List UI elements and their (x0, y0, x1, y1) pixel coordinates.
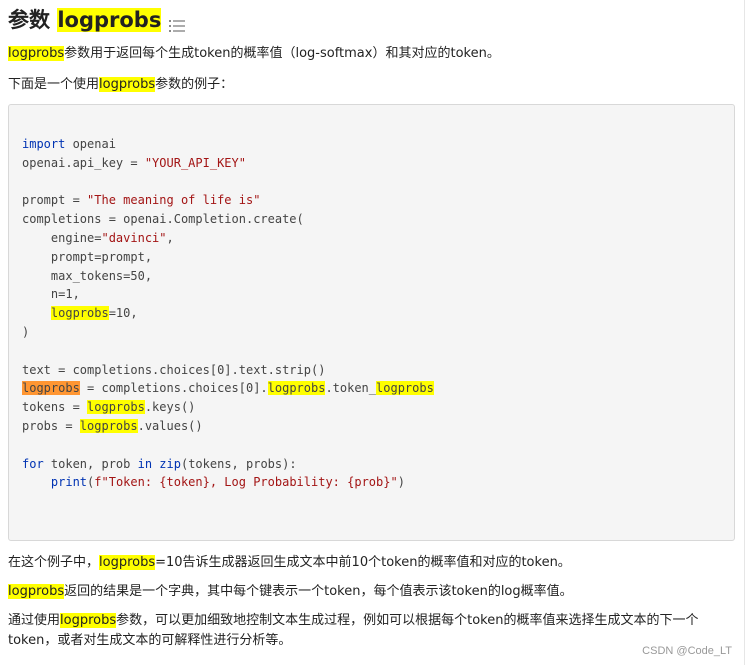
code-token: token, prob (43, 456, 138, 471)
para1-prefix: 在这个例子中， (8, 555, 100, 570)
intro-paragraph: logprobs参数用于返回每个生成token的概率值（log-softmax）… (8, 44, 500, 64)
code-token: probs = (22, 418, 80, 433)
code-highlight: logprobs (267, 381, 326, 396)
example-intro-paragraph: 下面是一个使用logprobs参数的例子： (8, 75, 233, 95)
code-token: n=1, (22, 287, 80, 302)
code-token: openai.api_key = (22, 155, 145, 170)
explanation-paragraph-3: 通过使用logprobs参数，可以更加细致地控制文本生成过程，例如可以根据每个t… (8, 611, 698, 651)
example-intro-highlight: logprobs (99, 77, 156, 92)
code-content: import openai openai.api_key = "YOUR_API… (22, 135, 434, 492)
explanation-paragraph-2: logprobs返回的结果是一个字典，其中每个键表示一个token，每个值表示该… (8, 582, 573, 602)
code-token: prompt=prompt, (22, 249, 153, 264)
code-token: in (137, 456, 153, 471)
code-token: completions = openai.Completion.create( (22, 212, 304, 227)
code-token: engine= (22, 230, 102, 245)
para3-prefix: 通过使用 (8, 613, 61, 628)
title-prefix: 参数 (8, 8, 58, 32)
code-token: f"Token: {token}, Log Probability: {prob… (94, 475, 398, 490)
explanation-paragraph-1: 在这个例子中，logprobs=10告诉生成器返回生成文本中前10个token的… (8, 553, 571, 573)
para3-line1-suffix: 参数，可以更加细致地控制文本生成过程，例如可以根据每个token的概率值来选择生… (116, 613, 699, 628)
code-token: .token_ (325, 381, 377, 396)
code-token: print (50, 475, 88, 490)
example-intro-suffix: 参数的例子： (155, 77, 234, 92)
para2-suffix: 返回的结果是一个字典，其中每个键表示一个token，每个值表示该token的lo… (64, 584, 573, 599)
code-highlight: logprobs (79, 418, 138, 433)
title-highlight: logprobs (57, 8, 162, 32)
para3-highlight: logprobs (60, 613, 117, 628)
code-token: = completions.choices[0]. (79, 381, 268, 396)
code-token: ) (22, 324, 30, 339)
code-token: =10, (108, 306, 138, 321)
code-token: (tokens, probs): (180, 456, 297, 471)
code-token: text = completions.choices[0].text.strip… (22, 362, 326, 377)
example-intro-prefix: 下面是一个使用 (8, 77, 100, 92)
article: 参数 logprobs logprobs参数用于返回每个生成token的概率值（… (0, 0, 745, 665)
code-token: zip (159, 456, 181, 471)
intro-highlight: logprobs (8, 46, 65, 61)
code-highlight: logprobs (376, 381, 434, 396)
code-token: openai (65, 137, 116, 151)
list-icon[interactable] (169, 12, 186, 32)
page-title: 参数 logprobs (8, 6, 186, 34)
code-token: "YOUR_API_KEY" (144, 155, 246, 170)
code-token: prompt = (22, 193, 88, 208)
para3-line2: token，或者对生成文本的可解释性进行分析等。 (8, 633, 292, 648)
code-highlight: logprobs (50, 306, 109, 321)
code-token: "The meaning of life is" (87, 193, 261, 208)
code-token: tokens = (22, 400, 88, 415)
para1-highlight: logprobs (99, 555, 156, 570)
code-token: , (166, 230, 174, 245)
code-block[interactable]: import openai openai.api_key = "YOUR_API… (8, 104, 735, 541)
watermark: CSDN @Code_LT (642, 645, 732, 657)
intro-text: 参数用于返回每个生成token的概率值（log-softmax）和其对应的tok… (64, 46, 500, 61)
code-token: max_tokens=50, (22, 268, 153, 283)
para1-suffix: =10告诉生成器返回生成文本中前10个token的概率值和对应的token。 (155, 555, 571, 570)
code-token: for (22, 456, 44, 471)
code-highlight: logprobs (87, 400, 145, 415)
code-token: "davinci" (101, 230, 167, 245)
code-token: ) (397, 475, 405, 490)
code-token: .values() (137, 418, 203, 433)
code-token: import (22, 137, 66, 151)
para2-highlight: logprobs (8, 584, 65, 599)
code-highlight-active: logprobs (22, 381, 80, 396)
code-token: .keys() (144, 400, 196, 415)
